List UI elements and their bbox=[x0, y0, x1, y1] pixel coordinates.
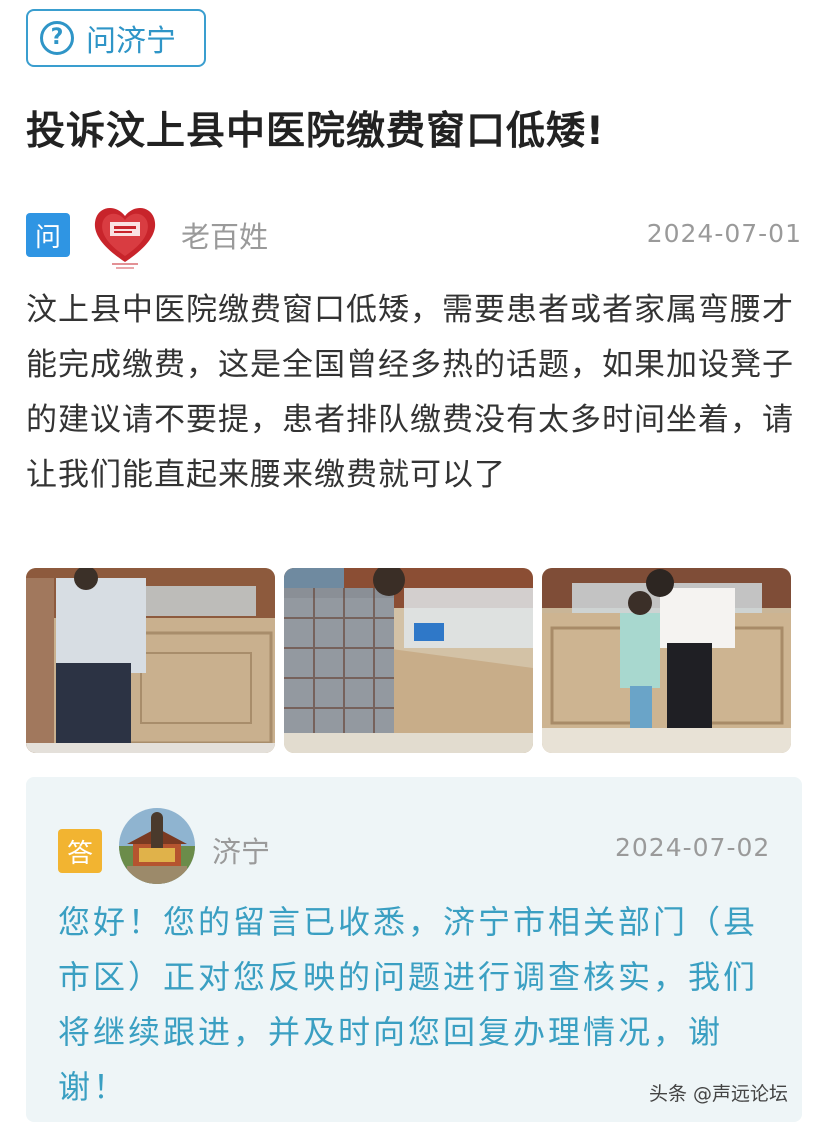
question-badge: 问 bbox=[26, 213, 70, 257]
photo-payment-counter-3[interactable] bbox=[542, 568, 791, 753]
watermark: 头条 @声远论坛 bbox=[649, 1083, 789, 1105]
post-title: 投诉汶上县中医院缴费窗口低矮! bbox=[26, 109, 605, 154]
answer-card: 答 济宁 2024-07-02 您好！您的留言已收悉，济宁市相关部门（县市区）正… bbox=[26, 777, 802, 1122]
question-text: 汶上县中医院缴费窗口低矮，需要患者或者家属弯腰才能完成缴费，这是全国曾经多热的话… bbox=[26, 292, 794, 493]
question-author-row: 问 老百姓 2024-07-01 bbox=[26, 200, 802, 272]
heart-justice-avatar[interactable] bbox=[88, 200, 162, 272]
tag-label: 问济宁 bbox=[86, 24, 176, 59]
wen-jining-tag[interactable]: ? 问济宁 bbox=[26, 9, 206, 67]
answer-user-name[interactable]: 济宁 bbox=[212, 829, 270, 871]
question-circle-icon: ? bbox=[40, 21, 74, 55]
photo-payment-counter-2[interactable] bbox=[284, 568, 533, 753]
question-date: 2024-07-01 bbox=[646, 219, 802, 248]
photo-payment-counter-1[interactable] bbox=[26, 568, 275, 753]
question-user-name[interactable]: 老百姓 bbox=[181, 214, 268, 256]
answer-badge: 答 bbox=[58, 829, 102, 873]
answer-date: 2024-07-02 bbox=[615, 833, 771, 862]
temple-avatar[interactable] bbox=[117, 806, 197, 886]
